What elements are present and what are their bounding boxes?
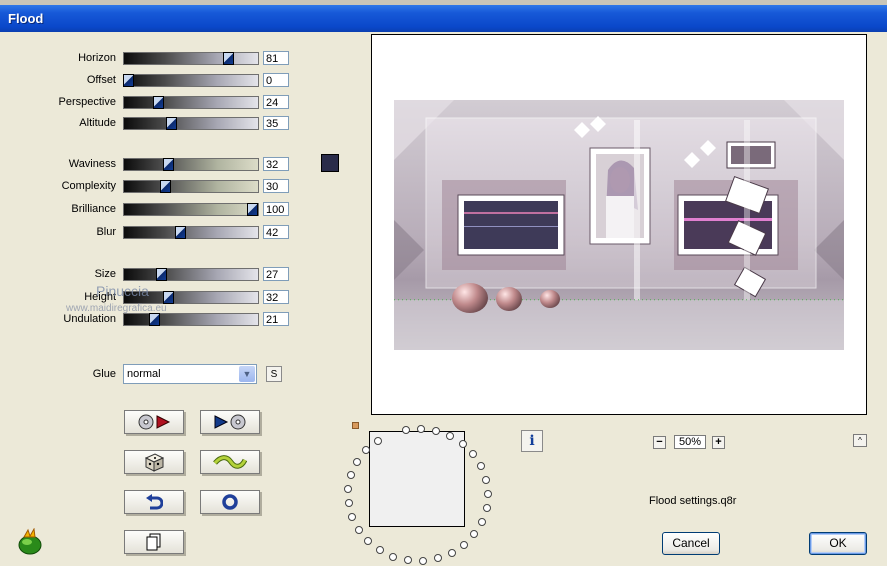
collapse-button[interactable]: ^ <box>853 434 867 447</box>
zoom-level[interactable]: 50% <box>674 435 706 449</box>
slider-value-blur[interactable]: 42 <box>263 225 289 239</box>
slider-track-complexity[interactable] <box>123 180 259 193</box>
slider-thumb-offset[interactable] <box>123 74 134 87</box>
dial-dot[interactable] <box>375 546 384 555</box>
save-preset-button[interactable] <box>200 410 260 434</box>
slider-track-horizon[interactable] <box>123 52 259 65</box>
slider-value-undulation[interactable]: 21 <box>263 312 289 326</box>
chevron-down-icon[interactable]: ▼ <box>239 366 255 382</box>
slider-label-waviness: Waviness <box>68 158 116 170</box>
reset-button[interactable] <box>200 490 260 514</box>
slider-thumb-blur[interactable] <box>175 226 187 239</box>
dial-dot[interactable] <box>447 548 456 557</box>
title-bar: Flood <box>0 0 887 32</box>
slider-thumb-waviness[interactable] <box>162 158 174 171</box>
slider-track-waviness[interactable] <box>123 158 259 171</box>
dial-dot[interactable] <box>373 437 382 446</box>
slider-value-perspective[interactable]: 24 <box>263 95 289 109</box>
sphere-large <box>452 283 488 313</box>
dial-dot[interactable] <box>482 504 491 513</box>
ring-icon <box>222 494 238 510</box>
slider-label-complexity: Complexity <box>61 180 116 192</box>
slider-thumb-altitude[interactable] <box>166 117 178 130</box>
settings-filename: Flood settings.q8r <box>649 495 737 507</box>
disc-play-icon <box>138 414 171 430</box>
s-button[interactable]: S <box>266 366 282 382</box>
dial-dot[interactable] <box>389 552 398 561</box>
glue-value: normal <box>127 368 161 380</box>
load-preset-button[interactable] <box>124 410 184 434</box>
navigator-box[interactable] <box>369 431 465 527</box>
slider-value-altitude[interactable]: 35 <box>263 116 289 130</box>
dial-dot[interactable] <box>401 426 410 434</box>
play-disc-icon <box>214 414 246 430</box>
slider-track-perspective[interactable] <box>123 96 259 109</box>
randomize-button[interactable] <box>124 450 184 474</box>
slider-label-blur: Blur <box>96 226 116 238</box>
navigator-handle[interactable] <box>352 422 359 429</box>
slider-value-height[interactable]: 32 <box>263 290 289 304</box>
slider-value-complexity[interactable]: 30 <box>263 179 289 193</box>
slider-label-altitude: Altitude <box>79 117 116 129</box>
info-button[interactable]: i <box>521 430 543 452</box>
zoom-in-button[interactable]: + <box>712 436 725 449</box>
page-icon <box>146 533 161 551</box>
slider-value-brilliance[interactable]: 100 <box>263 202 289 216</box>
preview-artwork <box>394 100 844 350</box>
slider-value-horizon[interactable]: 81 <box>263 51 289 65</box>
sphere-medium <box>496 287 522 311</box>
slider-value-size[interactable]: 27 <box>263 267 289 281</box>
dial-dot[interactable] <box>416 425 425 434</box>
slider-thumb-complexity[interactable] <box>160 180 172 193</box>
sphere-small <box>540 290 560 308</box>
dial-dot[interactable] <box>418 556 427 565</box>
slider-track-undulation[interactable] <box>123 313 259 326</box>
slider-thumb-horizon[interactable] <box>223 52 235 65</box>
wave-icon <box>213 455 247 469</box>
slider-value-offset[interactable]: 0 <box>263 73 289 87</box>
ok-button[interactable]: OK <box>809 532 867 555</box>
slider-track-altitude[interactable] <box>123 117 259 130</box>
taskbar-strip <box>0 0 887 5</box>
slider-label-undulation: Undulation <box>63 313 116 325</box>
watermark-site: www.maidiregrafica.eu <box>66 303 167 314</box>
slider-thumb-perspective[interactable] <box>152 96 164 109</box>
slider-label-brilliance: Brilliance <box>71 203 116 215</box>
slider-thumb-brilliance[interactable] <box>247 203 258 216</box>
window-title: Flood <box>8 11 44 26</box>
wave-button[interactable] <box>200 450 260 474</box>
undo-arrow-icon <box>146 494 163 510</box>
slider-thumb-undulation[interactable] <box>149 313 161 326</box>
dice-icon <box>144 453 165 472</box>
cancel-button[interactable]: Cancel <box>662 532 720 555</box>
watermark-name: Pinuccia <box>96 283 149 299</box>
undo-button[interactable] <box>124 490 184 514</box>
glue-label: Glue <box>92 368 116 380</box>
slider-label-perspective: Perspective <box>58 96 116 108</box>
slider-label-offset: Offset <box>86 74 116 86</box>
copy-button[interactable] <box>124 530 184 554</box>
dial-dot[interactable] <box>460 540 469 549</box>
glue-select[interactable]: normal ▼ <box>123 364 257 384</box>
slider-track-offset[interactable] <box>123 74 259 87</box>
plugin-logo-icon <box>18 528 42 555</box>
slider-thumb-size[interactable] <box>156 268 168 281</box>
preview-image <box>394 100 844 350</box>
dial-dot[interactable] <box>458 440 467 449</box>
slider-label-size: Size <box>94 268 116 280</box>
zoom-out-button[interactable]: − <box>653 436 666 449</box>
dial-dot[interactable] <box>354 525 363 534</box>
color-swatch[interactable] <box>321 154 339 172</box>
dial-dot[interactable] <box>477 517 486 526</box>
dial-dot[interactable] <box>344 499 353 508</box>
slider-value-waviness[interactable]: 32 <box>263 157 289 171</box>
slider-track-brilliance[interactable] <box>123 203 259 216</box>
slider-track-size[interactable] <box>123 268 259 281</box>
slider-track-blur[interactable] <box>123 226 259 239</box>
slider-label-horizon: Horizon <box>78 52 116 64</box>
